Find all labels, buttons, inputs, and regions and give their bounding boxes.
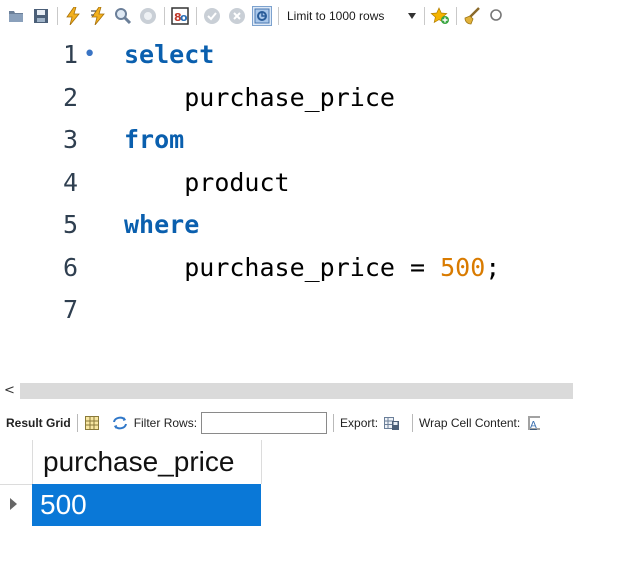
code-text: from [124, 119, 184, 161]
sql-editor[interactable]: 1 • select 2 purchase_price 3 from 4 product 5 w… [0, 34, 632, 380]
chevron-down-icon[interactable] [405, 9, 419, 23]
sql-number-literal: 500 [440, 252, 486, 282]
code-text: purchase_price [124, 77, 395, 119]
row-indicator[interactable] [0, 484, 32, 526]
add-snippet-star-icon[interactable] [430, 6, 450, 26]
toolbar-separator [424, 7, 425, 25]
line-number: 1 [62, 40, 78, 69]
code-line[interactable]: 3 from [0, 119, 632, 161]
limit-rows-select[interactable]: Limit to 1000 rows [287, 9, 405, 23]
sql-keyword: where [124, 210, 200, 239]
toolbar-separator [333, 414, 335, 432]
code-line[interactable]: 2 purchase_price [0, 77, 632, 119]
result-grid-tab[interactable]: Result Grid [6, 416, 71, 430]
svg-text:o: o [180, 11, 188, 24]
export-label: Export: [340, 416, 379, 430]
toolbar-separator [164, 7, 165, 25]
line-number: 3 [62, 125, 78, 154]
current-row-arrow-icon [10, 498, 17, 510]
code-line[interactable]: 6 purchase_price = 500; [0, 247, 632, 289]
code-line[interactable]: 7 [0, 289, 632, 331]
export-icon[interactable] [384, 415, 400, 431]
line-number: 4 [62, 167, 78, 197]
code-line[interactable]: 5 where [0, 204, 632, 246]
filter-rows-label: Filter Rows: [133, 416, 198, 430]
filter-rows-input[interactable] [201, 412, 328, 434]
toolbar-separator [196, 7, 197, 25]
sql-token: purchase_price [184, 82, 395, 112]
toolbar-separator [412, 414, 414, 432]
toolbar-separator [456, 7, 457, 25]
rollback-icon[interactable] [227, 6, 247, 26]
toggle-results-icon[interactable]: 8o [170, 6, 190, 26]
sql-editor-toolbar: 8o Limit to 1000 rows [0, 0, 632, 32]
save-icon[interactable] [31, 6, 51, 26]
toolbar-separator [57, 7, 58, 25]
open-folder-icon[interactable] [6, 6, 26, 26]
code-line[interactable]: 4 product [0, 162, 632, 204]
toolbar-separator [278, 7, 279, 25]
code-text: where [124, 204, 199, 246]
code-text: select [124, 34, 214, 76]
sql-token: ; [485, 252, 501, 282]
grid-view-icon[interactable] [84, 415, 100, 431]
sql-token: purchase_price [184, 252, 410, 282]
line-number: 5 [62, 210, 78, 239]
statement-marker-icon: • [83, 42, 97, 67]
table-cell-selected[interactable]: 500 [32, 484, 261, 526]
code-text: purchase_price = 500; [124, 247, 500, 289]
code-line[interactable]: 1 • select [0, 34, 632, 76]
refresh-arrows-icon[interactable] [112, 415, 128, 431]
wrap-text-icon[interactable]: A [526, 415, 542, 431]
result-toolbar: Result Grid Filter Rows: Export: Wrap Ce… [0, 409, 632, 437]
sql-token: = [410, 252, 426, 282]
sql-keyword: select [124, 40, 215, 69]
execute-current-lightning-icon[interactable] [88, 6, 108, 26]
toolbar-separator [76, 414, 78, 432]
line-number: 7 [62, 295, 78, 324]
autocommit-icon[interactable] [252, 6, 272, 26]
column-header-purchase-price[interactable]: purchase_price [32, 440, 262, 484]
horizontal-scrollbar[interactable]: < [0, 382, 632, 400]
explain-magnifier-icon[interactable] [113, 6, 133, 26]
sql-keyword: from [124, 125, 185, 154]
scroll-left-arrow-icon[interactable]: < [4, 383, 15, 398]
line-number: 2 [62, 82, 78, 112]
stop-icon[interactable] [138, 6, 158, 26]
sql-token: product [184, 167, 290, 197]
wrap-cell-content-label: Wrap Cell Content: [419, 416, 521, 430]
search-icon[interactable] [487, 6, 507, 26]
scrollbar-thumb[interactable] [20, 383, 573, 399]
code-text: product [124, 162, 290, 204]
commit-check-icon[interactable] [202, 6, 222, 26]
line-number: 6 [62, 252, 78, 282]
beautify-brush-icon[interactable] [462, 6, 482, 26]
execute-lightning-icon[interactable] [63, 6, 83, 26]
